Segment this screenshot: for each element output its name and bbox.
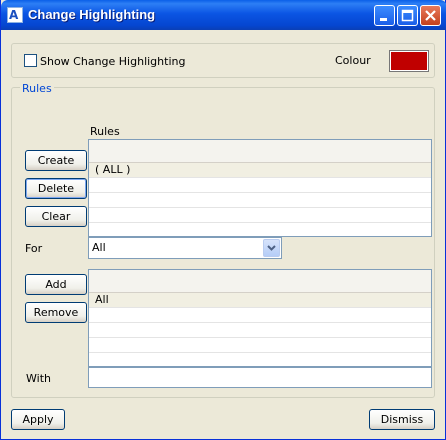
minimize-icon — [380, 18, 387, 21]
delete-button[interactable]: Delete — [25, 178, 87, 199]
remove-button[interactable]: Remove — [25, 302, 87, 323]
colour-swatch-button[interactable] — [389, 50, 429, 72]
list-item[interactable] — [89, 193, 431, 208]
rules-list-header — [89, 140, 431, 163]
list-item[interactable] — [89, 323, 431, 338]
list-item[interactable] — [89, 178, 431, 193]
list-item[interactable]: All — [89, 293, 431, 308]
for-label: For — [25, 242, 43, 255]
list-item[interactable]: ( ALL ) — [89, 163, 431, 178]
list-item[interactable] — [89, 308, 431, 323]
with-list[interactable]: All — [88, 269, 432, 367]
title-bar[interactable]: A Change Highlighting — [1, 0, 446, 30]
create-button[interactable]: Create — [25, 150, 87, 171]
rules-group-legend: Rules — [20, 82, 54, 95]
show-change-highlighting-checkbox[interactable] — [24, 54, 37, 67]
app-icon: A — [7, 7, 23, 23]
with-label: With — [26, 372, 51, 385]
dropdown-arrow-button[interactable] — [263, 239, 280, 257]
add-button[interactable]: Add — [25, 274, 87, 295]
change-highlighting-dialog: A Change Highlighting Show Change Highli… — [0, 0, 446, 440]
colour-label: Colour — [335, 54, 371, 67]
with-input[interactable] — [88, 367, 432, 388]
window-title: Change Highlighting — [28, 7, 156, 22]
chevron-down-icon — [267, 245, 276, 251]
minimize-button[interactable] — [374, 5, 395, 26]
clear-button[interactable]: Clear — [25, 206, 87, 227]
with-list-header — [89, 270, 431, 293]
rules-list-label: Rules — [90, 125, 120, 138]
for-select-value: All — [92, 241, 106, 254]
dismiss-button[interactable]: Dismiss — [369, 409, 435, 430]
show-change-highlighting-label: Show Change Highlighting — [40, 55, 186, 68]
close-icon — [425, 10, 436, 21]
maximize-button[interactable] — [397, 5, 418, 26]
apply-button[interactable]: Apply — [11, 409, 65, 430]
for-select[interactable]: All — [88, 237, 282, 259]
list-item[interactable] — [89, 338, 431, 353]
maximize-icon — [401, 9, 414, 22]
rules-list[interactable]: ( ALL ) — [88, 139, 432, 237]
list-item[interactable] — [89, 208, 431, 223]
close-button[interactable] — [420, 5, 441, 26]
